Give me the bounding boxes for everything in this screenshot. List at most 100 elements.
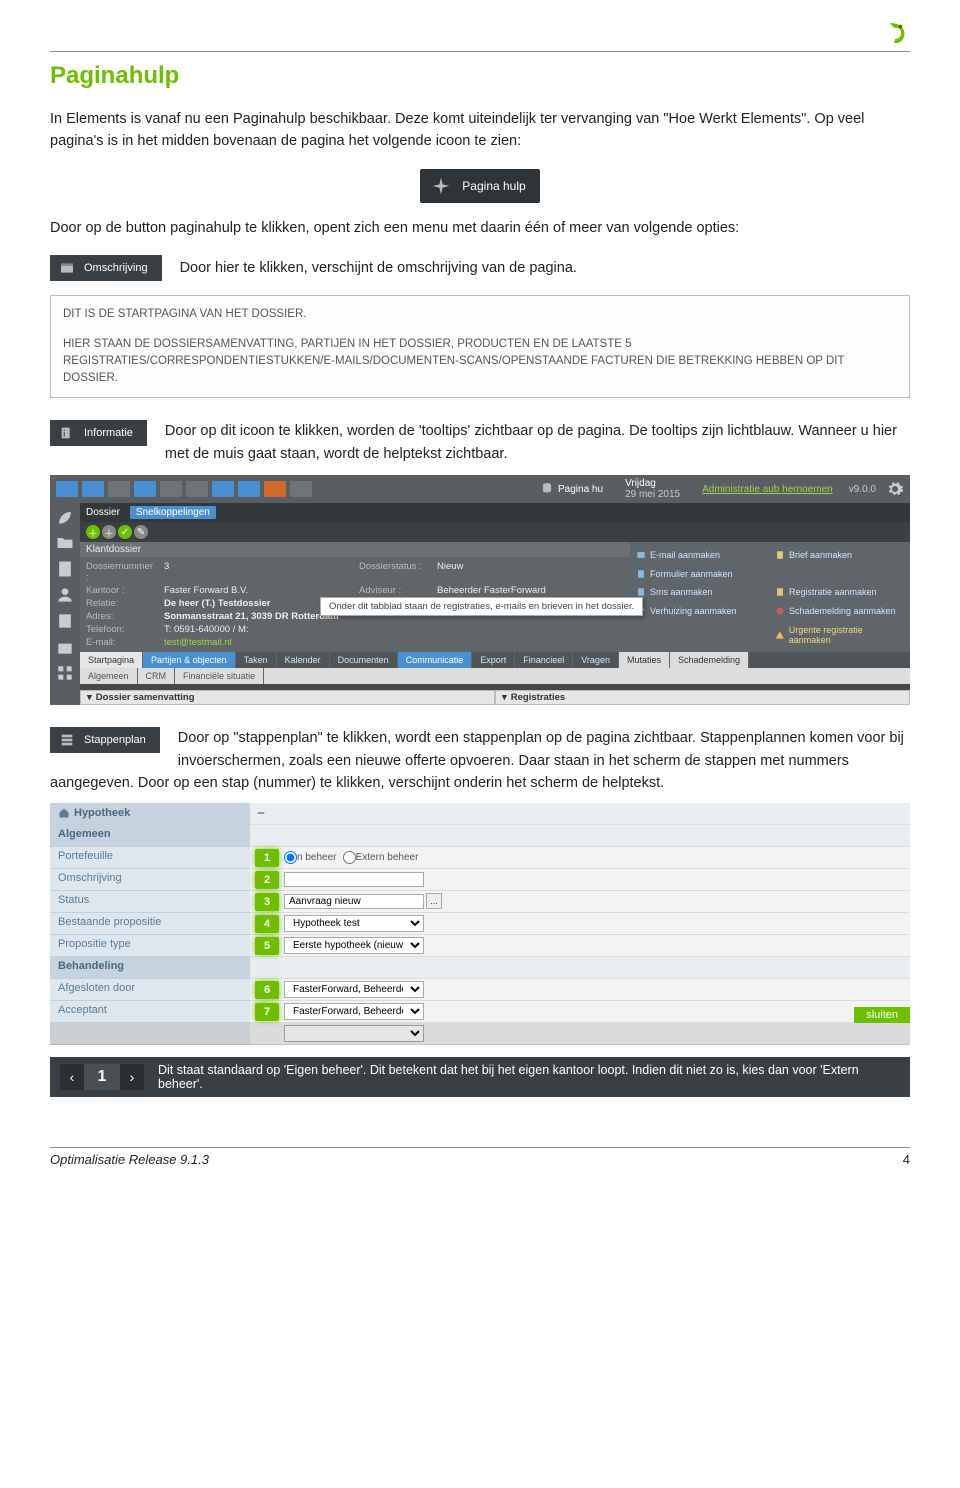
action-link[interactable]: Formulier aanmaken bbox=[636, 565, 765, 582]
step-badge-4[interactable]: 4 bbox=[255, 915, 279, 933]
book-icon[interactable] bbox=[55, 611, 75, 631]
tab-mutaties[interactable]: Mutaties bbox=[619, 652, 670, 668]
section-dossier-samenvatting[interactable]: ▾ Dossier samenvatting bbox=[80, 690, 495, 705]
radio-extern-beheer[interactable] bbox=[343, 851, 356, 864]
action-link[interactable]: Registratie aanmaken bbox=[775, 584, 904, 601]
topbar-tile[interactable] bbox=[56, 481, 78, 497]
action-link[interactable]: Sms aanmaken bbox=[636, 584, 765, 601]
dim-select[interactable] bbox=[284, 1025, 424, 1042]
step-help-bar: ‹ 1 › Dit staat standaard op 'Eigen behe… bbox=[50, 1057, 910, 1097]
topbar-tile[interactable] bbox=[238, 481, 260, 497]
informatie-button[interactable]: Informatie bbox=[50, 420, 147, 446]
field-value[interactable]: test@testmail.nl bbox=[164, 637, 624, 648]
radio-label: Extern beheer bbox=[356, 852, 419, 863]
topbar-tile[interactable] bbox=[160, 481, 182, 497]
intro-paragraph: In Elements is vanaf nu een Paginahulp b… bbox=[50, 108, 910, 153]
action-link[interactable]: Verhuizing aanmaken bbox=[636, 603, 765, 620]
sluiten-button[interactable]: sluiten bbox=[854, 1007, 910, 1023]
circle-icon[interactable]: ✎ bbox=[134, 525, 148, 539]
tab-communicatie[interactable]: Communicatie bbox=[398, 652, 473, 668]
field-label bbox=[50, 1023, 250, 1045]
section-registraties[interactable]: ▾ Registraties bbox=[495, 690, 910, 705]
action-link[interactable]: Schademelding aanmaken bbox=[775, 603, 904, 620]
topbar-tile[interactable] bbox=[134, 481, 156, 497]
field-label: Propositie type bbox=[50, 935, 250, 957]
omschrijving-label: Omschrijving bbox=[84, 262, 148, 274]
snelkoppelingen-tag[interactable]: Snelkoppelingen bbox=[130, 506, 216, 519]
paginahulp-button[interactable]: Pagina hulp bbox=[420, 169, 539, 203]
tab-documenten[interactable]: Documenten bbox=[330, 652, 398, 668]
tab-algemeen[interactable]: Algemeen bbox=[80, 668, 138, 684]
admin-rename-link[interactable]: Administratie aub hernoemen bbox=[702, 484, 833, 495]
step-badge-6[interactable]: 6 bbox=[255, 981, 279, 999]
tab-kalender[interactable]: Kalender bbox=[277, 652, 330, 668]
add-icon[interactable]: ＋ bbox=[86, 525, 100, 539]
propositietype-select[interactable]: Eerste hypotheek (nieuw) bbox=[284, 937, 424, 954]
omschrijving-input[interactable] bbox=[284, 872, 424, 887]
tab-schademelding[interactable]: Schademelding bbox=[670, 652, 749, 668]
tab-vragen[interactable]: Vragen bbox=[573, 652, 619, 668]
topbar-tile[interactable] bbox=[290, 481, 312, 497]
status-input[interactable] bbox=[284, 894, 424, 909]
doc-icon[interactable] bbox=[55, 559, 75, 579]
topbar-tile[interactable] bbox=[264, 481, 286, 497]
tab-export[interactable]: Export bbox=[472, 652, 515, 668]
tab-startpagina[interactable]: Startpagina bbox=[80, 652, 143, 668]
step-badge-3[interactable]: 3 bbox=[255, 893, 279, 911]
drawer-icon bbox=[58, 259, 76, 277]
klantdossier-header: Klantdossier bbox=[80, 542, 630, 557]
action-link[interactable]: Brief aanmaken bbox=[775, 546, 904, 563]
radio-eigen-beheer[interactable] bbox=[284, 851, 297, 864]
field-lookup-button[interactable]: … bbox=[426, 893, 442, 909]
acceptant-select[interactable]: FasterForward, Beheerder bbox=[284, 1003, 424, 1020]
collapse-icon[interactable] bbox=[256, 808, 266, 818]
info-icon bbox=[58, 424, 76, 442]
tab-partijen[interactable]: Partijen & objecten bbox=[143, 652, 236, 668]
hypo-title: Hypotheek bbox=[74, 807, 130, 819]
help-panel-body: HIER STAAN DE DOSSIERSAMENVATTING, PARTI… bbox=[63, 336, 897, 388]
prev-step-button[interactable]: ‹ bbox=[60, 1064, 84, 1090]
next-step-button[interactable]: › bbox=[120, 1064, 144, 1090]
topbar-tile[interactable] bbox=[108, 481, 130, 497]
leaf-icon[interactable] bbox=[55, 507, 75, 527]
check-icon[interactable]: ✓ bbox=[118, 525, 132, 539]
field-value: Faster Forward B.V. bbox=[164, 585, 351, 596]
field-label: Adres: bbox=[86, 611, 156, 622]
page-title: Paginahulp bbox=[50, 62, 910, 90]
folder-icon[interactable] bbox=[55, 533, 75, 553]
step-badge-2[interactable]: 2 bbox=[255, 871, 279, 889]
afgesloten-select[interactable]: FasterForward, Beheerder bbox=[284, 981, 424, 998]
gear-icon[interactable] bbox=[886, 480, 904, 498]
informatie-text: Door op dit icoon te klikken, worden de … bbox=[165, 423, 897, 461]
person-icon[interactable] bbox=[55, 585, 75, 605]
dossier-sidebar bbox=[50, 503, 80, 705]
action-link-warning[interactable]: Urgente registratie aanmaken bbox=[775, 622, 904, 649]
grid-icon[interactable] bbox=[55, 663, 75, 683]
step-badge-5[interactable]: 5 bbox=[255, 937, 279, 955]
tab-crm[interactable]: CRM bbox=[138, 668, 176, 684]
omschrijving-button[interactable]: Omschrijving bbox=[50, 255, 162, 281]
field-label: Afgesloten door bbox=[50, 979, 250, 1001]
tab-financiele[interactable]: Financiële situatie bbox=[175, 668, 264, 684]
section-behandeling: Behandeling bbox=[50, 957, 250, 979]
tab-taken[interactable]: Taken bbox=[236, 652, 277, 668]
topbar-tile[interactable] bbox=[82, 481, 104, 497]
page-footer: Optimalisatie Release 9.1.3 4 bbox=[50, 1147, 910, 1167]
paginahu-label[interactable]: Pagina hu bbox=[558, 484, 603, 495]
topbar-tile[interactable] bbox=[212, 481, 234, 497]
step-badge-1[interactable]: 1 bbox=[255, 849, 279, 867]
omschrijving-text: Door hier te klikken, verschijnt de omsc… bbox=[180, 257, 577, 279]
building-icon[interactable] bbox=[55, 637, 75, 657]
stappenplan-button[interactable]: Stappenplan bbox=[50, 727, 160, 753]
subhead-dossier-label: Dossier bbox=[86, 507, 120, 518]
topbar-tile[interactable] bbox=[186, 481, 208, 497]
field-value: Beheerder FasterForward bbox=[437, 585, 624, 596]
step-badge-7[interactable]: 7 bbox=[255, 1003, 279, 1021]
action-link[interactable]: E-mail aanmaken bbox=[636, 546, 765, 563]
circle-icon[interactable]: ＋ bbox=[102, 525, 116, 539]
tab-financieel[interactable]: Financieel bbox=[515, 652, 573, 668]
field-label: Telefoon: bbox=[86, 624, 156, 635]
dossier-topbar: Pagina hu Vrijdag 29 mei 2015 Administra… bbox=[50, 475, 910, 503]
field-label: Dossierstatus : bbox=[359, 561, 429, 583]
propositie-select[interactable]: Hypotheek test bbox=[284, 915, 424, 932]
